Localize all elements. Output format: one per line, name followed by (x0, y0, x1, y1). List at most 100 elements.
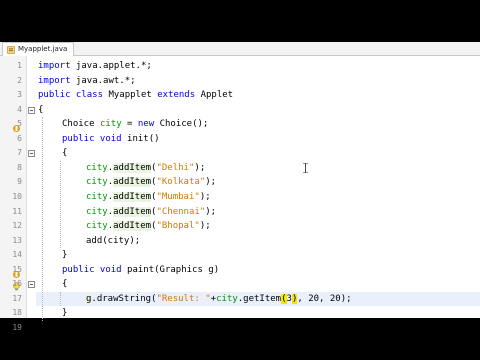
code-text: ); (205, 206, 217, 217)
tab-myapplet-java[interactable]: Myapplet.java (2, 42, 75, 56)
code-line[interactable]: city.addItem("Kolkata"); (86, 175, 216, 190)
code-text: ); (199, 191, 211, 202)
text-cursor-icon (303, 163, 308, 173)
code-text: } (62, 308, 68, 319)
field-name: city (86, 191, 108, 202)
field-name: city (86, 221, 108, 232)
string-literal: "Bhopal" (156, 221, 200, 232)
code-line[interactable]: } (38, 321, 43, 336)
code-text: .drawString( (91, 293, 157, 304)
method-call: addItem (113, 177, 152, 188)
code-line[interactable]: import java.awt.*; (38, 74, 136, 89)
code-text: ); (199, 221, 211, 232)
line-number: 12 (12, 221, 22, 231)
method-call: addItem (113, 206, 152, 217)
code-line[interactable]: city.addItem("Mumbai"); (86, 190, 211, 205)
tab-label: Myapplet.java (18, 45, 68, 53)
code-line[interactable]: import java.applet.*; (38, 59, 152, 74)
line-number: 13 (12, 235, 22, 245)
fold-toggle[interactable] (28, 106, 35, 114)
line-number: 5 (17, 119, 22, 129)
line-number-gutter: 1 2 3 4 5 6 7 8 9 10 11 12 13 14 15 16 17 18 19 (0, 56, 27, 332)
code-line[interactable]: { (38, 103, 43, 118)
keyword: new (137, 119, 155, 130)
keyword: public void (62, 264, 122, 275)
code-text: , 20, 20); (297, 293, 352, 304)
indent-guide (42, 117, 43, 321)
line-number: 11 (12, 206, 22, 216)
code-text: .getItem (237, 293, 282, 304)
line-number: 1 (17, 61, 22, 70)
code-text: } (62, 250, 68, 261)
keyword: extends (157, 90, 196, 101)
string-literal: "Chennai" (156, 206, 206, 217)
code-text: Myapplet (103, 90, 158, 101)
code-line[interactable]: city.addItem("Bhopal"); (86, 219, 211, 234)
line-number: 10 (12, 191, 22, 201)
code-text: ); (194, 162, 206, 173)
method-call: addItem (113, 191, 152, 202)
field-name: city (86, 177, 108, 188)
code-line[interactable]: { (62, 277, 67, 292)
indent-guide (60, 160, 61, 249)
code-text: java.applet.*; (70, 61, 152, 71)
code-line[interactable]: add(city); (86, 234, 140, 249)
code-text: { (62, 279, 68, 290)
code-line[interactable]: } (62, 306, 67, 321)
keyword: import (38, 75, 71, 86)
line-number: 15 (12, 264, 22, 274)
code-line[interactable]: Choice city = new Choice(); (62, 117, 208, 132)
java-file-icon (7, 45, 15, 54)
string-literal: "Kolkata" (156, 177, 206, 188)
code-line[interactable]: public void init() (62, 132, 160, 147)
string-literal: "Result: " (156, 293, 211, 304)
string-literal: "Delhi" (156, 162, 195, 173)
code-line[interactable]: } (62, 248, 67, 263)
line-number: 2 (17, 75, 22, 85)
code-text: init() (121, 133, 160, 144)
code-text: { (38, 104, 44, 115)
code-text: Choice (62, 119, 100, 130)
line-number: 17 (12, 293, 22, 303)
line-number: 4 (17, 104, 22, 114)
keyword: import (38, 61, 71, 71)
code-text: Choice(); (154, 119, 209, 130)
fold-toggle[interactable] (28, 281, 35, 289)
field-name: city (86, 162, 108, 173)
method-call: addItem (113, 162, 152, 173)
indent-guide (60, 291, 61, 307)
field-name: city (86, 206, 108, 217)
editor-tab-bar: Myapplet.java (0, 42, 480, 56)
code-text: paint(Graphics g) (121, 264, 220, 275)
line-number: 6 (17, 133, 22, 143)
code-line[interactable]: public void paint(Graphics g) (62, 263, 219, 278)
field-name: city (216, 293, 238, 304)
code-line[interactable]: g.drawString("Result: "+city.getItem(3),… (86, 292, 352, 307)
fold-column (27, 56, 36, 318)
fold-toggle[interactable] (28, 150, 35, 158)
field-name: city (99, 119, 122, 130)
line-number: 3 (17, 90, 22, 100)
keyword: public class (38, 90, 104, 101)
code-line[interactable]: { (62, 146, 67, 161)
code-text: { (62, 148, 68, 159)
code-text: add(city); (86, 235, 141, 246)
keyword: public void (62, 133, 122, 144)
code-line[interactable]: public class Myapplet extends Applet (38, 88, 233, 103)
line-number: 8 (17, 162, 22, 172)
line-number: 9 (17, 177, 22, 187)
code-text: ); (205, 177, 217, 188)
code-text: Applet (195, 90, 234, 101)
line-number: 7 (17, 148, 22, 158)
line-number: 14 (12, 250, 22, 260)
line-number: 19 (12, 322, 22, 332)
code-area[interactable]: import java.applet.*; import java.awt.*; p… (38, 56, 478, 333)
code-text: java.awt.*; (70, 75, 136, 86)
code-line[interactable]: city.addItem("Delhi"); (86, 161, 205, 176)
code-text: } (38, 322, 44, 333)
code-text: = (121, 119, 138, 130)
string-literal: "Mumbai" (156, 191, 200, 202)
code-line[interactable]: city.addItem("Chennai"); (86, 205, 216, 220)
line-number: 16 (12, 279, 22, 289)
line-number: 18 (12, 308, 22, 318)
